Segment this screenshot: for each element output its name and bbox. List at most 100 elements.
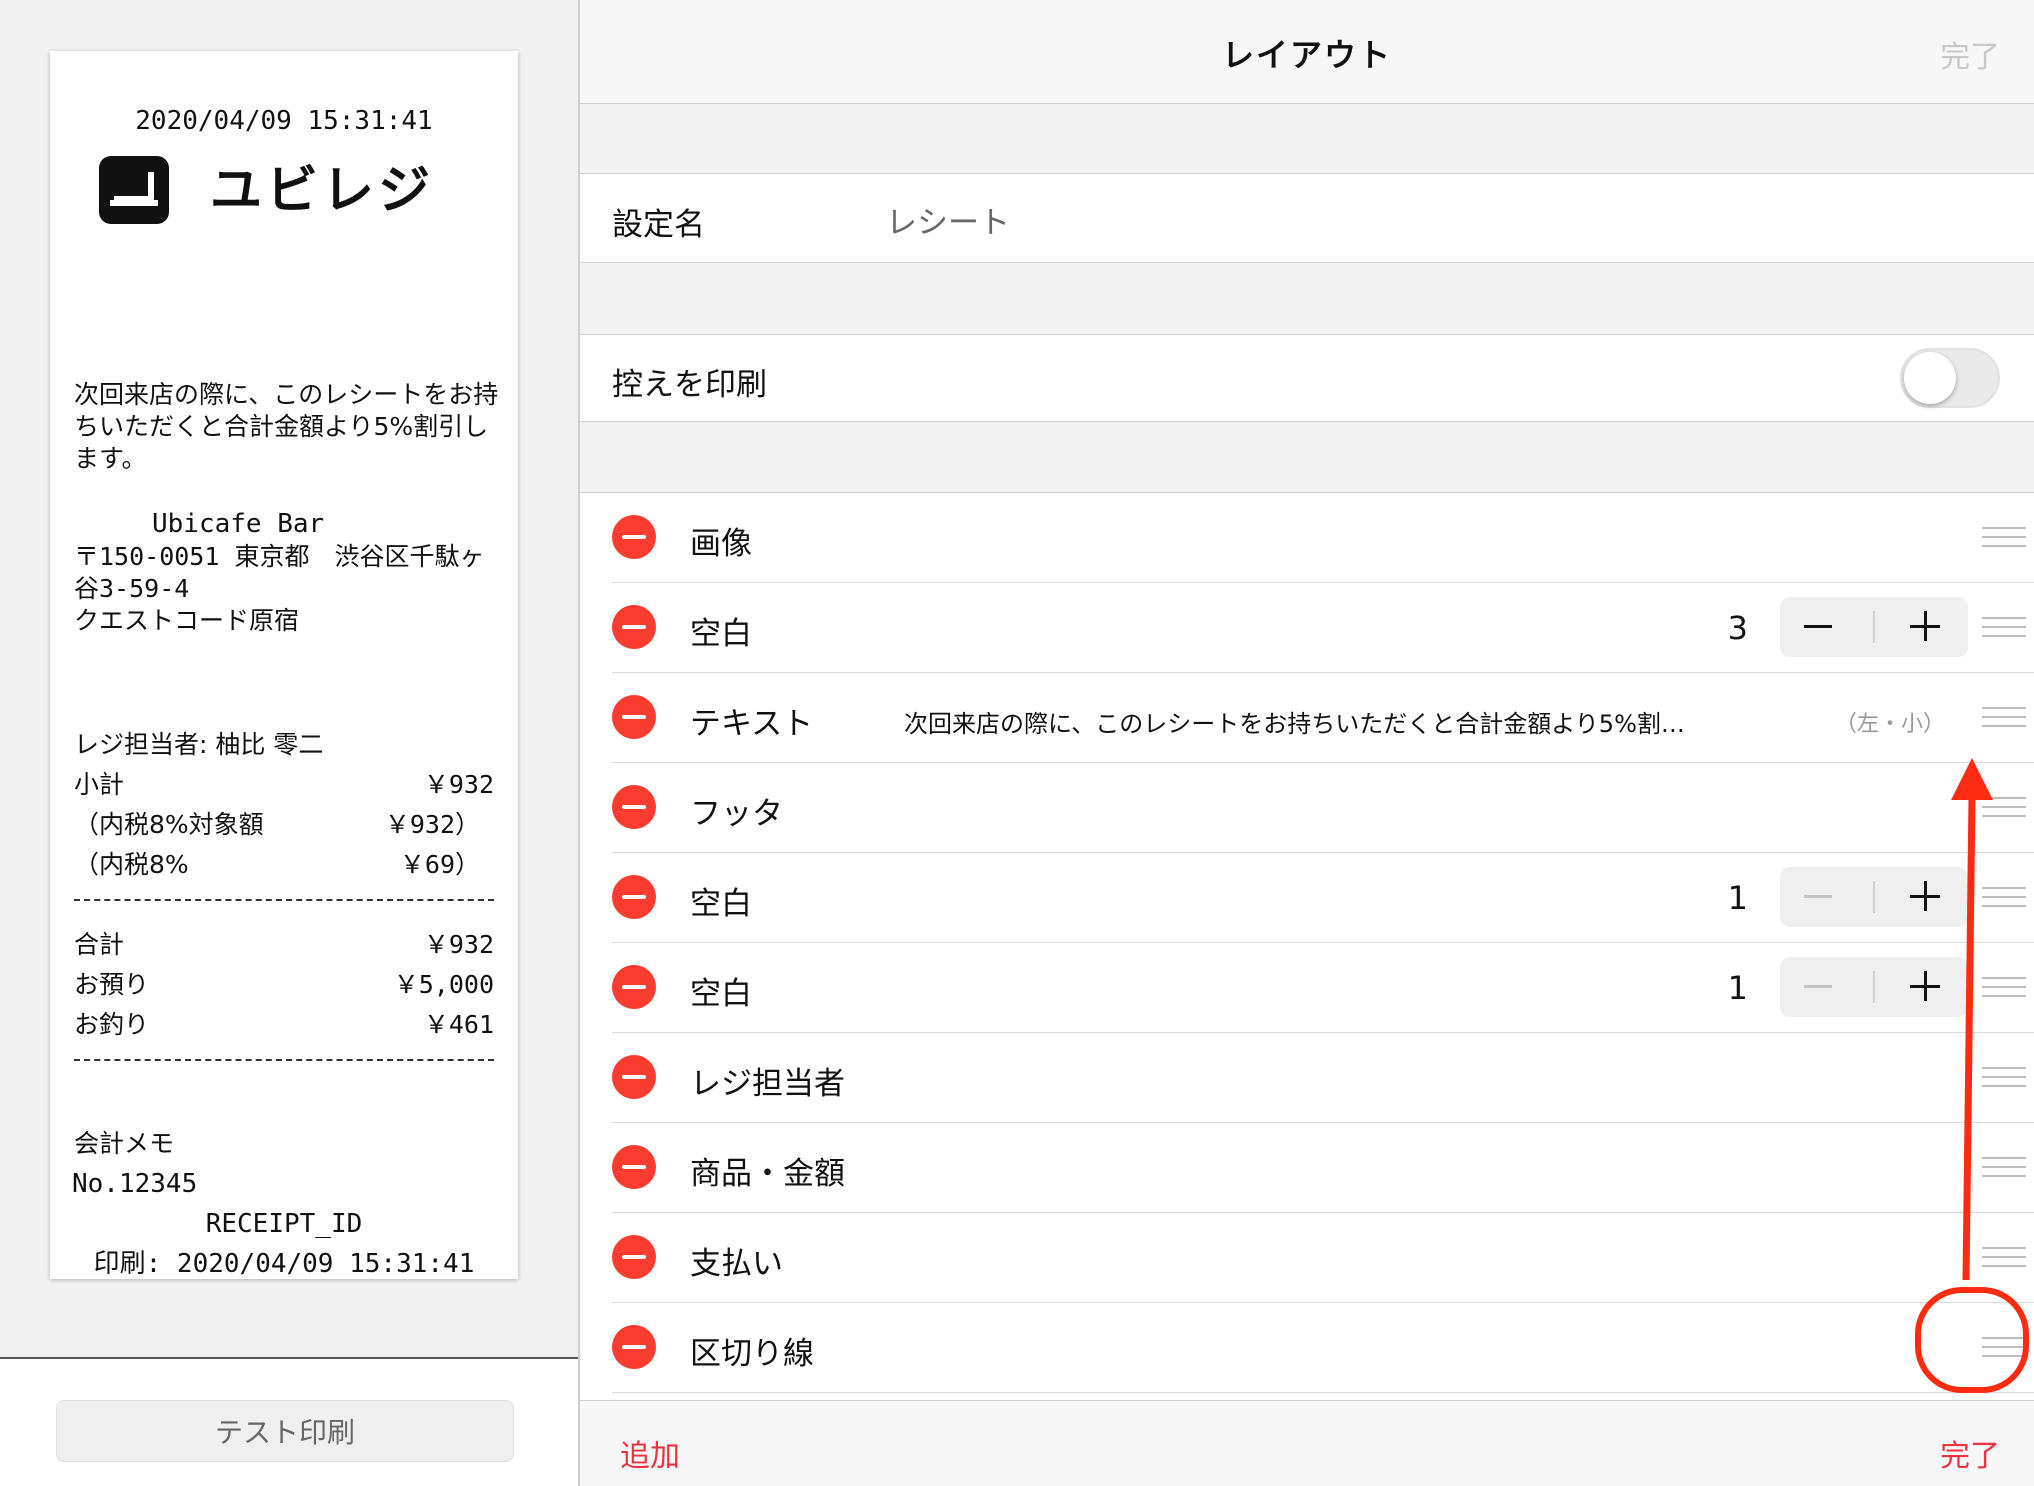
blank-count: 1	[1727, 879, 1748, 917]
blank-count-stepper[interactable]	[1780, 597, 1968, 657]
blank-count: 1	[1727, 969, 1748, 1007]
receipt-cashier-label: レジ担当者: 柚比 零二	[74, 730, 324, 759]
toggle-knob	[1904, 352, 1956, 404]
text-preview: 次回来店の際に、このレシートをお持ちいただくと合計金額より5%割…	[904, 710, 1685, 738]
drag-handle-icon[interactable]	[1982, 1067, 2026, 1089]
receipt-tax-label: （内税8%	[74, 850, 189, 879]
print-copy-label: 控えを印刷	[612, 367, 767, 403]
delete-icon[interactable]	[612, 875, 656, 919]
receipt-change-value: ￥461	[423, 1010, 494, 1039]
layout-item-text[interactable]: テキスト 次回来店の際に、このレシートをお持ちいただくと合計金額より5%割… （…	[612, 673, 2034, 763]
drag-handle-icon[interactable]	[1982, 617, 2026, 639]
receipt-address-line1: 〒150-0051 東京都 渋谷区千駄ヶ谷3-59-4	[74, 542, 485, 603]
bottom-toolbar: 追加 完了	[580, 1400, 2034, 1486]
done-button[interactable]: 完了	[1940, 1431, 2000, 1475]
layout-item-label: フッタ	[690, 796, 783, 832]
layout-item-footer[interactable]: フッタ	[612, 763, 2034, 853]
print-copy-toggle[interactable]	[1900, 348, 2000, 408]
test-print-button[interactable]: テスト印刷	[56, 1400, 514, 1462]
receipt-message: 次回来店の際に、このレシートをお持ちいただくと合計金額より5%割引します。	[74, 380, 499, 473]
receipt-datetime: 2020/04/09 15:31:41	[135, 106, 433, 136]
layout-item-cashier[interactable]: レジ担当者	[612, 1033, 2034, 1123]
layout-item-label: 画像	[690, 526, 752, 562]
receipt-divider	[74, 1059, 494, 1061]
print-copy-cell: 控えを印刷	[580, 334, 2034, 422]
stepper-separator	[1873, 881, 1875, 913]
stepper-separator	[1873, 611, 1875, 643]
receipt-tax-base-row: （内税8%対象額 ￥932）	[74, 809, 480, 841]
nav-done-button[interactable]: 完了	[1940, 32, 2000, 76]
receipt-tax-row: （内税8% ￥69）	[74, 849, 480, 881]
blank-count-stepper[interactable]	[1780, 957, 1968, 1017]
drag-handle-icon[interactable]	[1982, 797, 2026, 819]
receipt-preview-pane: 2020/04/09 15:31:41 ユビレジ 次回来店の際に、このレシートを…	[0, 0, 578, 1486]
receipt-change-row: お釣り ￥461	[74, 1009, 494, 1041]
nav-bar: レイアウト 完了	[580, 0, 2034, 104]
add-button[interactable]: 追加	[620, 1431, 680, 1475]
setting-name-value[interactable]: レシート	[886, 197, 1010, 242]
delete-icon[interactable]	[612, 965, 656, 1009]
receipt-address-line2: クエストコード原宿	[74, 606, 300, 635]
layout-item-list: 画像 空白 3 テキスト 次回来店の際に、このレシートをお持ちいただくと合計金額…	[580, 492, 2034, 1401]
receipt-preview: 2020/04/09 15:31:41 ユビレジ 次回来店の際に、このレシートを…	[50, 51, 518, 1279]
plus-icon[interactable]	[1910, 881, 1940, 911]
layout-settings-pane: レイアウト 完了 設定名 レシート 控えを印刷 画像 空白 3 テキスト 次回来…	[580, 0, 2034, 1486]
page-title: レイアウト	[1221, 36, 1392, 74]
delete-icon[interactable]	[612, 785, 656, 829]
drag-handle-icon[interactable]	[1982, 1157, 2026, 1179]
receipt-tax-base-label: （内税8%対象額	[74, 810, 264, 839]
layout-item-blank[interactable]: 空白 1	[612, 853, 2034, 943]
layout-item-label: 空白	[690, 976, 752, 1012]
layout-item-label: レジ担当者	[690, 1066, 845, 1102]
layout-item-label: テキスト	[690, 706, 814, 742]
receipt-subtotal-label: 小計	[74, 770, 125, 799]
receipt-deposit-row: お預り ￥5,000	[74, 969, 494, 1001]
layout-item-label: 空白	[690, 616, 752, 652]
drag-handle-icon[interactable]	[1982, 1247, 2026, 1269]
receipt-tax-value: ￥69）	[399, 850, 480, 879]
receipt-total-label: 合計	[74, 930, 125, 959]
receipt-divider	[74, 899, 494, 901]
receipt-memo-label: 会計メモ	[74, 1129, 175, 1158]
receipt-cashier: レジ担当者: 柚比 零二	[74, 729, 494, 761]
delete-icon[interactable]	[612, 695, 656, 739]
drag-handle-icon[interactable]	[1982, 1337, 2026, 1359]
layout-item-products[interactable]: 商品・金額	[612, 1123, 2034, 1213]
drag-handle-icon[interactable]	[1982, 887, 2026, 909]
receipt-printed-time: 印刷: 2020/04/09 15:31:41	[93, 1249, 475, 1279]
minus-icon[interactable]	[1804, 625, 1832, 628]
delete-icon[interactable]	[612, 605, 656, 649]
setting-name-cell[interactable]: 設定名 レシート	[580, 173, 2034, 263]
blank-count-stepper[interactable]	[1780, 867, 1968, 927]
receipt-deposit-label: お預り	[74, 970, 150, 999]
minus-icon[interactable]	[1804, 985, 1832, 988]
receipt-total-row: 合計 ￥932	[74, 929, 494, 961]
receipt-tax-base-value: ￥932）	[384, 810, 480, 839]
receipt-deposit-value: ￥5,000	[393, 970, 494, 999]
minus-icon[interactable]	[1804, 895, 1832, 898]
plus-icon[interactable]	[1910, 971, 1940, 1001]
delete-icon[interactable]	[612, 1055, 656, 1099]
receipt-shop-name: Ubicafe Bar	[152, 509, 325, 539]
layout-item-payment[interactable]: 支払い	[612, 1213, 2034, 1303]
layout-item-blank[interactable]: 空白 3	[612, 583, 2034, 673]
layout-item-label: 商品・金額	[690, 1156, 845, 1192]
layout-item-label: 空白	[690, 886, 752, 922]
receipt-memo-number: No.12345	[72, 1169, 198, 1199]
layout-item-blank[interactable]: 空白 1	[612, 943, 2034, 1033]
layout-item-separator[interactable]: 区切り線	[612, 1303, 2034, 1393]
layout-item-label: 区切り線	[690, 1336, 814, 1372]
drag-handle-icon[interactable]	[1982, 707, 2026, 729]
layout-item-image[interactable]: 画像	[612, 493, 2034, 583]
plus-icon[interactable]	[1910, 611, 1940, 641]
delete-icon[interactable]	[612, 1235, 656, 1279]
drag-handle-icon[interactable]	[1982, 977, 2026, 999]
delete-icon[interactable]	[612, 1145, 656, 1189]
delete-icon[interactable]	[612, 1325, 656, 1369]
delete-icon[interactable]	[612, 515, 656, 559]
setting-name-label: 設定名	[612, 207, 705, 243]
drag-handle-icon[interactable]	[1982, 527, 2026, 549]
logo-icon	[99, 156, 169, 224]
receipt-subtotal-value: ￥932	[423, 770, 494, 799]
receipt-total-value: ￥932	[423, 930, 494, 959]
